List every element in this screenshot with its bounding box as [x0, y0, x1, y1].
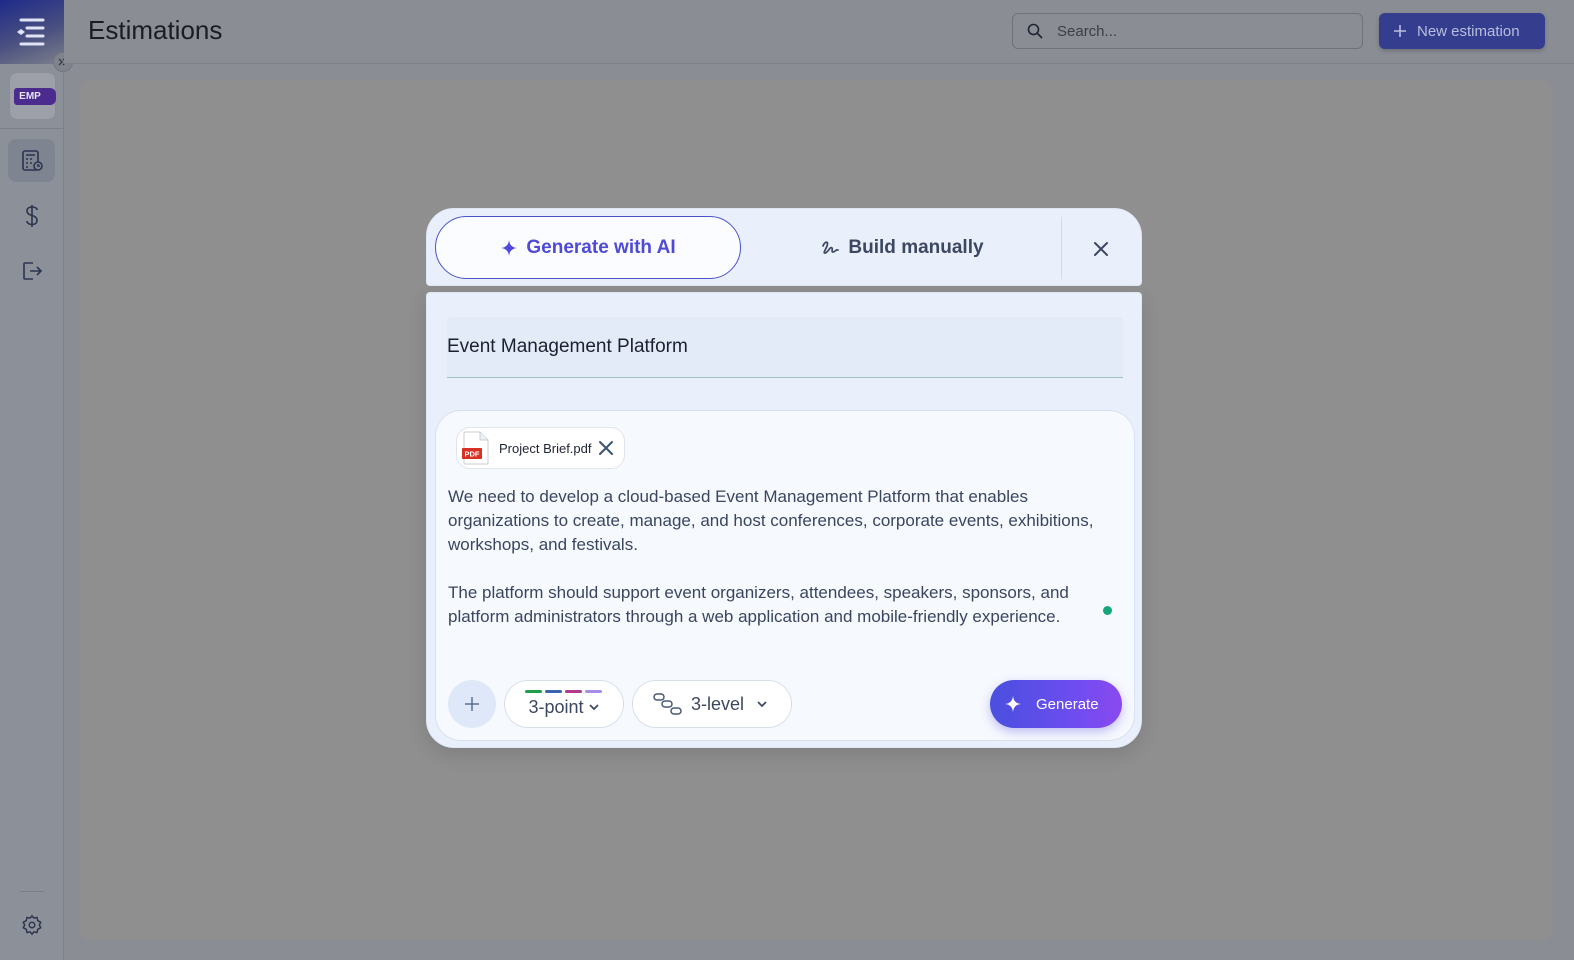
estimation-type-value: 3-point [528, 696, 584, 717]
app-logo[interactable] [0, 0, 64, 64]
close-icon [1094, 242, 1108, 256]
logout-icon [22, 261, 42, 280]
sidebar-item-logout[interactable] [8, 249, 55, 292]
sparkle-icon [501, 239, 518, 256]
new-estimation-button[interactable]: New estimation [1379, 13, 1545, 49]
search-icon [1027, 23, 1043, 39]
status-dot [1103, 606, 1112, 615]
pdf-label: PDF [465, 450, 480, 459]
pdf-file-icon: PDF [461, 431, 489, 465]
add-attachment-button[interactable] [448, 680, 496, 728]
prompt-card: PDF Project Brief.pdf We need to develop… [435, 410, 1135, 741]
generate-button[interactable]: Generate [990, 680, 1122, 728]
close-modal-button[interactable] [1083, 231, 1119, 267]
tab-divider [1061, 217, 1062, 279]
plus-icon [465, 697, 479, 711]
sidebar-item-estimations[interactable] [8, 139, 55, 182]
estimation-type-dropdown[interactable]: 3-point [504, 680, 624, 728]
search-box[interactable] [1012, 13, 1363, 49]
sidebar-bottom-divider [20, 891, 44, 892]
modal-tab-bar: Generate with AI Build manually [426, 208, 1142, 286]
attachment-file-name: Project Brief.pdf [499, 440, 592, 456]
attachment-chip: PDF Project Brief.pdf [456, 427, 625, 469]
tab-manual-label: Build manually [848, 236, 984, 258]
remove-attachment-button[interactable] [598, 440, 614, 456]
dollar-icon [25, 204, 38, 227]
hierarchy-level-dropdown[interactable]: 3-level [632, 680, 792, 728]
sidebar-item-settings[interactable] [8, 903, 55, 946]
close-icon [598, 441, 613, 455]
estimation-name-field[interactable] [447, 317, 1123, 378]
page-title: Estimations [88, 15, 223, 45]
tab-generate-with-ai[interactable]: Generate with AI [435, 216, 741, 279]
new-estimation-label: New estimation [1417, 22, 1520, 40]
project-badge: EMP [14, 87, 56, 105]
hierarchy-icon [653, 693, 682, 715]
hierarchy-level-value: 3-level [691, 693, 745, 714]
chevron-down-icon [588, 704, 599, 711]
prompt-textarea[interactable]: We need to develop a cloud-based Event M… [448, 485, 1128, 629]
tab-ai-label: Generate with AI [526, 236, 676, 258]
modal-body: PDF Project Brief.pdf We need to develop… [426, 292, 1142, 748]
calculator-icon [21, 149, 43, 171]
sidebar: EMP [0, 0, 73, 960]
sidebar-item-pricing[interactable] [8, 194, 55, 237]
plus-icon [1394, 25, 1406, 37]
chevron-down-icon [757, 701, 767, 708]
sparkle-icon [1005, 696, 1021, 712]
estimation-type-color-bars [525, 690, 602, 693]
logo-icon [17, 18, 45, 46]
gear-icon [21, 914, 42, 935]
estimation-name-input[interactable] [447, 336, 1107, 358]
tab-build-manually[interactable]: Build manually [757, 216, 1047, 279]
generate-label: Generate [1036, 695, 1099, 713]
signature-icon [822, 240, 840, 254]
sidebar-divider [0, 128, 64, 129]
search-input[interactable] [1057, 22, 1337, 40]
top-header: Estimations New estimation [64, 0, 1574, 64]
project-switcher[interactable]: EMP [9, 72, 56, 120]
